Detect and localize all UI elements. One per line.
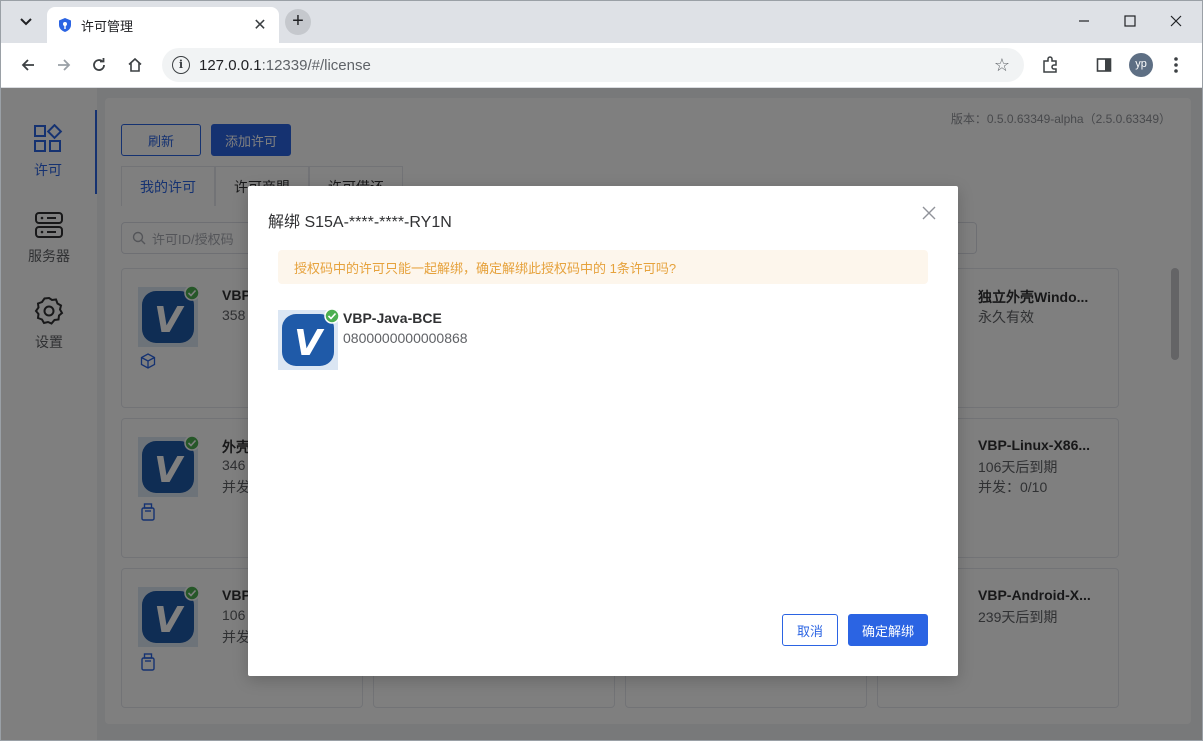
license-name: VBP-Java-BCE xyxy=(343,310,442,326)
warning-alert: 授权码中的许可只能一起解绑，确定解绑此授权码中的 1条许可吗? xyxy=(278,250,928,284)
forward-button[interactable] xyxy=(51,52,77,78)
address-bar[interactable]: i 127.0.0.1:12339/#/license ☆ xyxy=(162,48,1024,82)
close-window-button[interactable] xyxy=(1153,1,1199,41)
url-path: :12339/#/license xyxy=(261,56,371,74)
more-vertical-icon xyxy=(1174,57,1178,73)
minimize-button[interactable] xyxy=(1061,1,1107,41)
arrow-left-icon xyxy=(21,59,34,71)
browser-toolbar: i 127.0.0.1:12339/#/license ☆ yp xyxy=(1,43,1202,88)
reload-button[interactable] xyxy=(86,52,112,78)
home-button[interactable] xyxy=(122,52,148,78)
tab-strip: 许可管理 ✕ + xyxy=(1,1,1202,43)
chevron-down-icon xyxy=(20,18,32,26)
unbind-dialog: 解绑 S15A-****-****-RY1N 授权码中的许可只能一起解绑，确定解… xyxy=(248,186,958,676)
home-icon xyxy=(128,57,142,72)
warning-text: 授权码中的许可只能一起解绑，确定解绑此授权码中的 1条许可吗? xyxy=(294,260,677,276)
url-host: 127.0.0.1 xyxy=(199,56,262,74)
puzzle-icon xyxy=(1043,56,1057,73)
license-id: 0800000000000868 xyxy=(343,330,468,346)
dialog-title: 解绑 S15A-****-****-RY1N xyxy=(268,214,452,231)
tab-search-button[interactable] xyxy=(13,10,39,34)
back-button[interactable] xyxy=(15,52,41,78)
confirm-unbind-button[interactable]: 确定解绑 xyxy=(848,614,928,646)
tab-title: 许可管理 xyxy=(81,18,134,34)
tab-close-icon[interactable]: ✕ xyxy=(251,15,269,35)
minimize-icon xyxy=(1079,20,1089,22)
close-icon xyxy=(1170,15,1182,27)
dialog-close-button[interactable] xyxy=(922,206,936,225)
vbp-logo-icon: V xyxy=(278,308,340,370)
new-tab-button[interactable]: + xyxy=(285,9,311,35)
side-panel-icon xyxy=(1096,58,1112,72)
profile-avatar[interactable]: yp xyxy=(1129,53,1153,77)
maximize-icon xyxy=(1124,15,1136,27)
side-panel-button[interactable] xyxy=(1091,52,1117,78)
shield-key-icon xyxy=(59,18,71,32)
browser-window: 许可管理 ✕ + i 127.0.0.1:12339/#/license ☆ y… xyxy=(0,0,1203,741)
maximize-button[interactable] xyxy=(1107,1,1153,41)
bookmark-star-icon[interactable]: ☆ xyxy=(994,55,1010,76)
extensions-button[interactable] xyxy=(1037,52,1063,78)
reload-icon xyxy=(93,58,105,71)
address-url: 127.0.0.1:12339/#/license xyxy=(199,57,371,74)
site-info-icon[interactable]: i xyxy=(172,56,190,74)
cancel-button[interactable]: 取消 xyxy=(782,614,838,646)
license-item: V VBP-Java-BCE 0800000000000868 xyxy=(278,308,468,375)
arrow-right-icon xyxy=(58,59,71,71)
svg-text:V: V xyxy=(294,323,325,364)
menu-button[interactable] xyxy=(1163,52,1189,78)
close-icon xyxy=(922,206,936,220)
browser-tab[interactable]: 许可管理 ✕ xyxy=(47,7,279,43)
